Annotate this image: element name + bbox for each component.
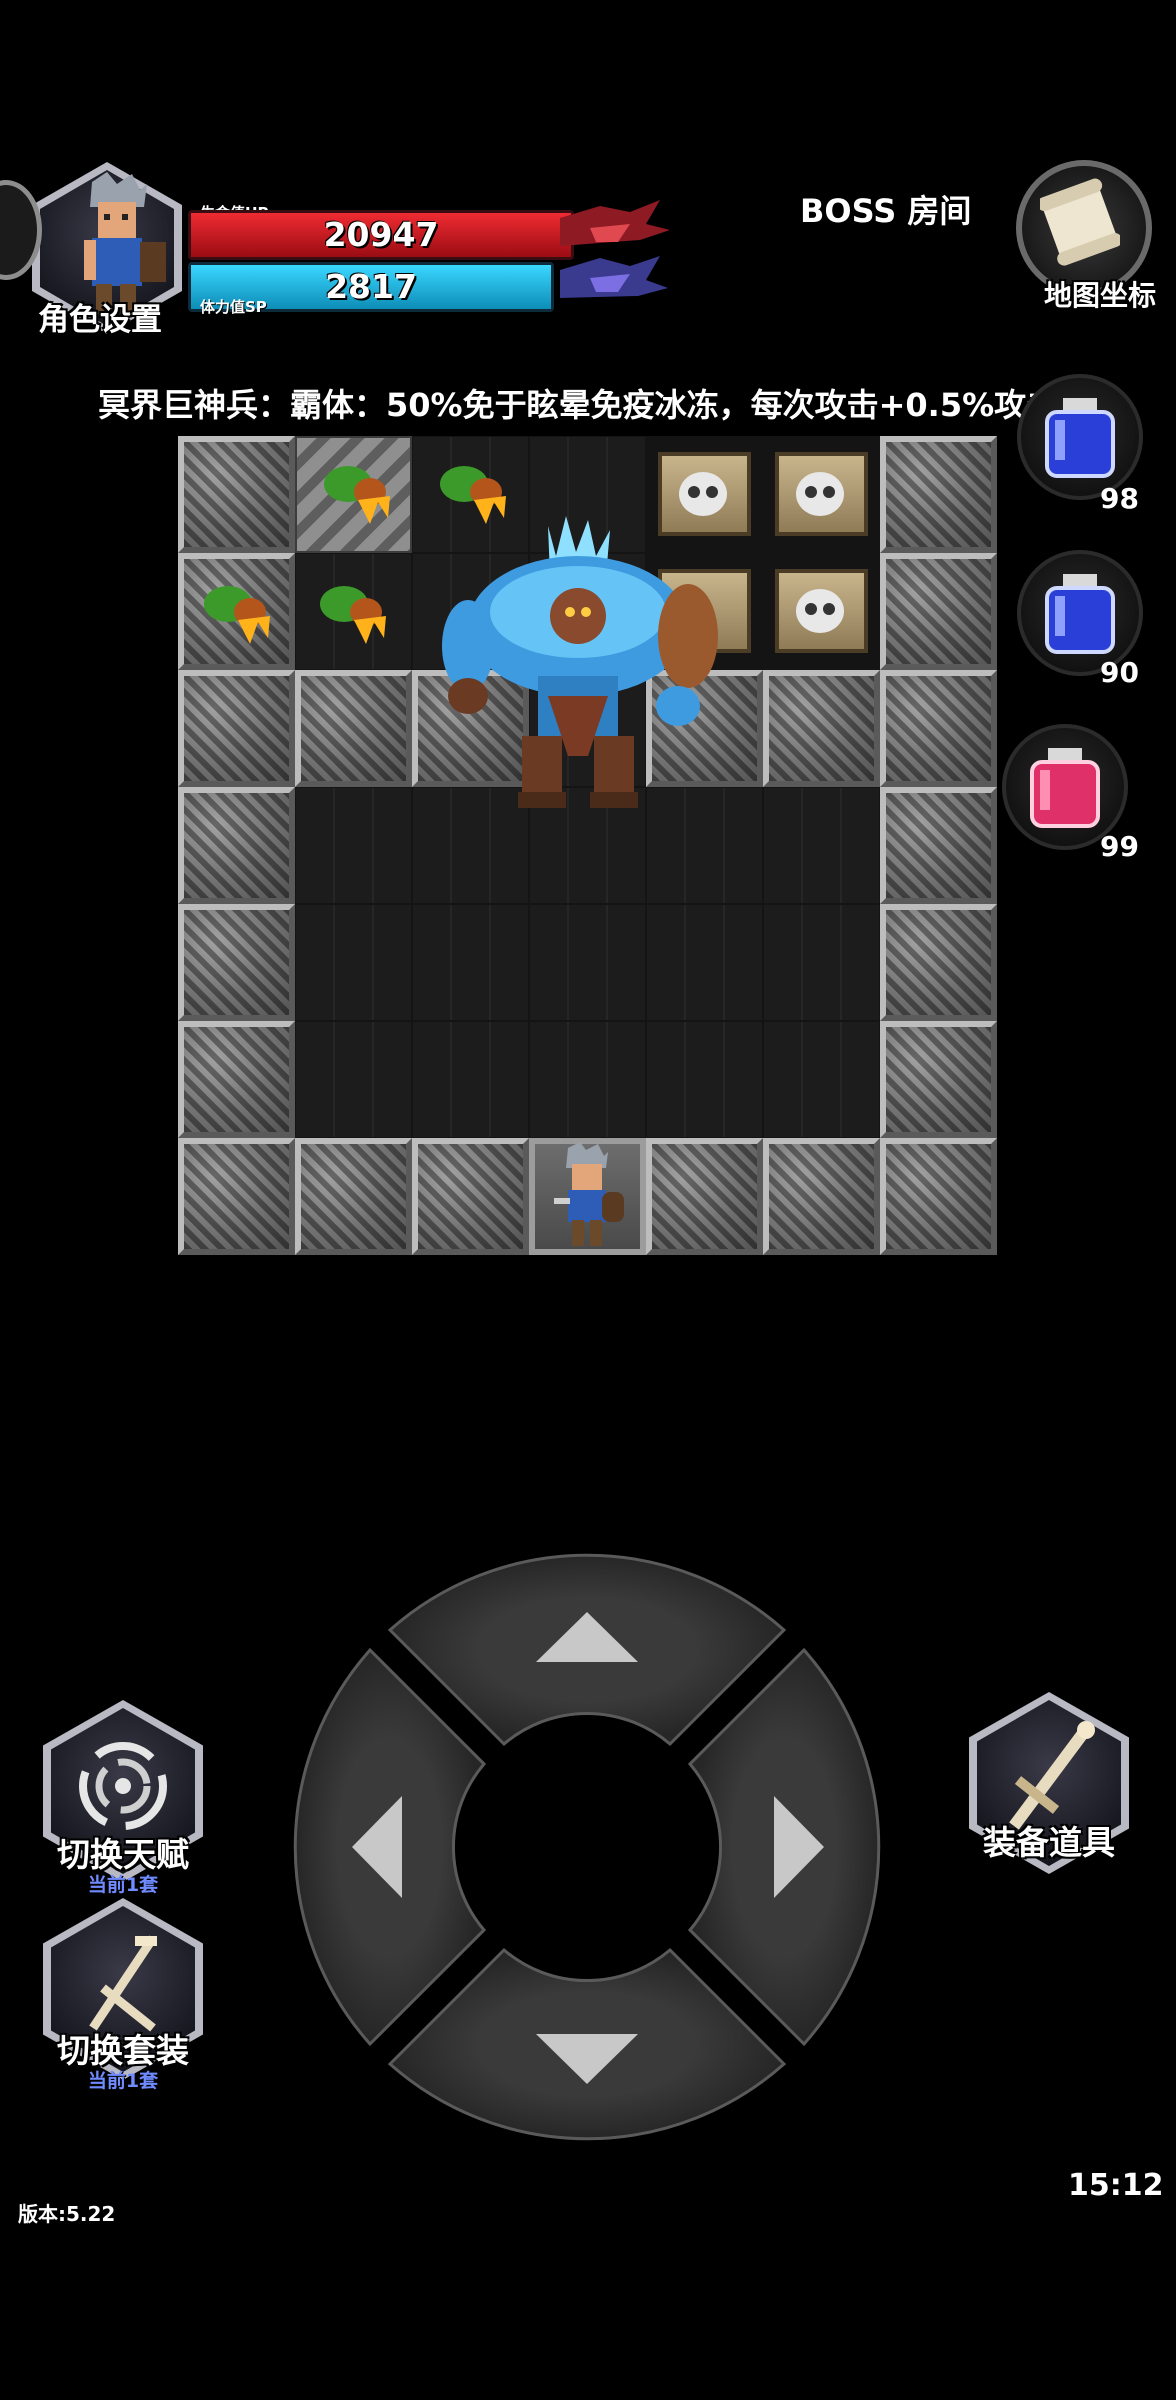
potion-count-1: 98: [1100, 482, 1139, 515]
switch-set-button[interactable]: 切换套装 当前1套: [38, 1898, 208, 2094]
floor-tile: [763, 787, 880, 904]
floor-tile: [295, 1021, 412, 1138]
wall-tile: [880, 787, 997, 904]
character-settings-button[interactable]: 角色设置: [22, 162, 192, 362]
switch-talent-button[interactable]: 切换天赋 当前1套: [38, 1700, 208, 1896]
hp-value: 20947: [323, 215, 439, 254]
wall-tile: [880, 436, 997, 553]
floor-tile: [295, 787, 412, 904]
equip-items-label: 装备道具: [983, 1823, 1115, 1862]
scroll-map-icon: [1040, 178, 1120, 266]
switch-set-sub: 当前1套: [87, 2070, 159, 2092]
wall-tile: [178, 787, 295, 904]
floor-tile: [529, 1021, 646, 1138]
version-label: 版本:5.22: [18, 2202, 116, 2226]
wall-tile: [295, 1138, 412, 1255]
fire-plant-monster-icon[interactable]: [318, 456, 398, 526]
wall-tile: [646, 1138, 763, 1255]
equip-items-button[interactable]: 装备道具: [964, 1692, 1134, 1888]
floor-tile: [529, 904, 646, 1021]
wall-tile: [880, 553, 997, 670]
floor-tile: [646, 1021, 763, 1138]
skull-icon: [796, 472, 844, 516]
crossed-swords-icon: [89, 1935, 157, 2032]
wall-tile: [178, 1021, 295, 1138]
floor-tile: [763, 1021, 880, 1138]
map-coordinates-label: 地图坐标: [1044, 279, 1157, 312]
room-label: BOSS 房间: [800, 192, 972, 230]
fire-plant-monster-icon[interactable]: [198, 576, 278, 646]
switch-talent-label: 切换天赋: [57, 1835, 189, 1874]
ice-titan-boss-icon[interactable]: [438, 516, 718, 816]
wall-tile: [880, 1138, 997, 1255]
fire-plant-monster-icon[interactable]: [314, 576, 394, 646]
dpad-center: [469, 1729, 705, 1965]
dpad: [293, 1553, 881, 2141]
floor-tile: [412, 904, 529, 1021]
switch-talent-sub: 当前1套: [87, 1874, 159, 1896]
wall-tile: [880, 904, 997, 1021]
bar-wing-ornament: [560, 200, 670, 298]
skull-icon: [796, 589, 844, 633]
blue-potion-icon: [1045, 398, 1115, 478]
floor-tile: [295, 904, 412, 1021]
dungeon-board: [178, 436, 1000, 1258]
red-potion-icon: [1030, 748, 1100, 828]
blue-potion-icon: [1045, 574, 1115, 654]
character-settings-label: 角色设置: [38, 302, 162, 338]
wall-tile: [880, 1021, 997, 1138]
wall-tile: [178, 436, 295, 553]
boss-status-text: 冥界巨神兵：霸体：50%免于眩晕免疫冰冻，每次攻击+0.5%攻击力: [98, 386, 1091, 424]
wall-tile: [178, 904, 295, 1021]
floor-tile: [763, 904, 880, 1021]
wall-tile: [178, 670, 295, 787]
wall-tile: [880, 670, 997, 787]
wall-tile: [178, 1138, 295, 1255]
hp-bar: 20947: [188, 210, 574, 260]
wall-tile: [412, 1138, 529, 1255]
potion-count-2: 90: [1100, 656, 1139, 689]
switch-set-label: 切换套装: [57, 2031, 189, 2070]
hero-player-icon[interactable]: [544, 1142, 634, 1252]
clock-label: 15:12: [1068, 2168, 1164, 2203]
floor-tile: [412, 1021, 529, 1138]
wall-tile: [763, 670, 880, 787]
floor-tile: [646, 904, 763, 1021]
vortex-icon: [79, 1742, 167, 1830]
wall-tile: [763, 1138, 880, 1255]
map-coordinates-button[interactable]: 地图坐标: [980, 150, 1176, 320]
potion-count-3: 99: [1100, 830, 1139, 863]
sp-tag: 体力值SP: [200, 298, 267, 316]
wall-tile: [295, 670, 412, 787]
